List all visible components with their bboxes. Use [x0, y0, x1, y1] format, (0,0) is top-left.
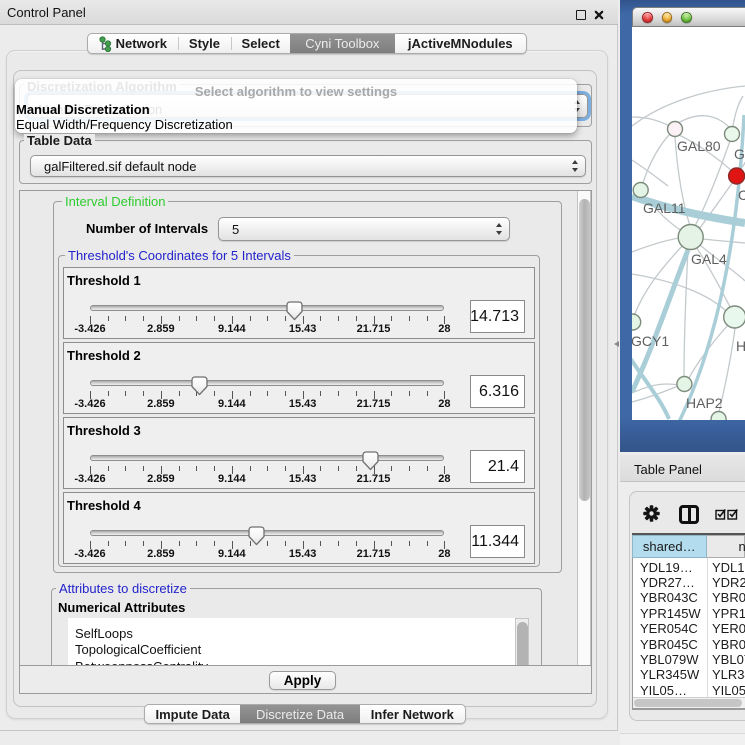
- svg-text:GAL11: GAL11: [643, 200, 686, 216]
- svg-text:HAP2: HAP2: [686, 395, 723, 411]
- svg-text:CRP1: CRP1: [738, 187, 745, 203]
- svg-text:HAP4: HAP4: [736, 338, 745, 354]
- svg-text:GAL2: GAL2: [734, 146, 745, 162]
- svg-text:GAL80: GAL80: [677, 138, 721, 154]
- svg-text:GCY1: GCY1: [632, 333, 669, 349]
- svg-text:GAL4: GAL4: [691, 251, 727, 267]
